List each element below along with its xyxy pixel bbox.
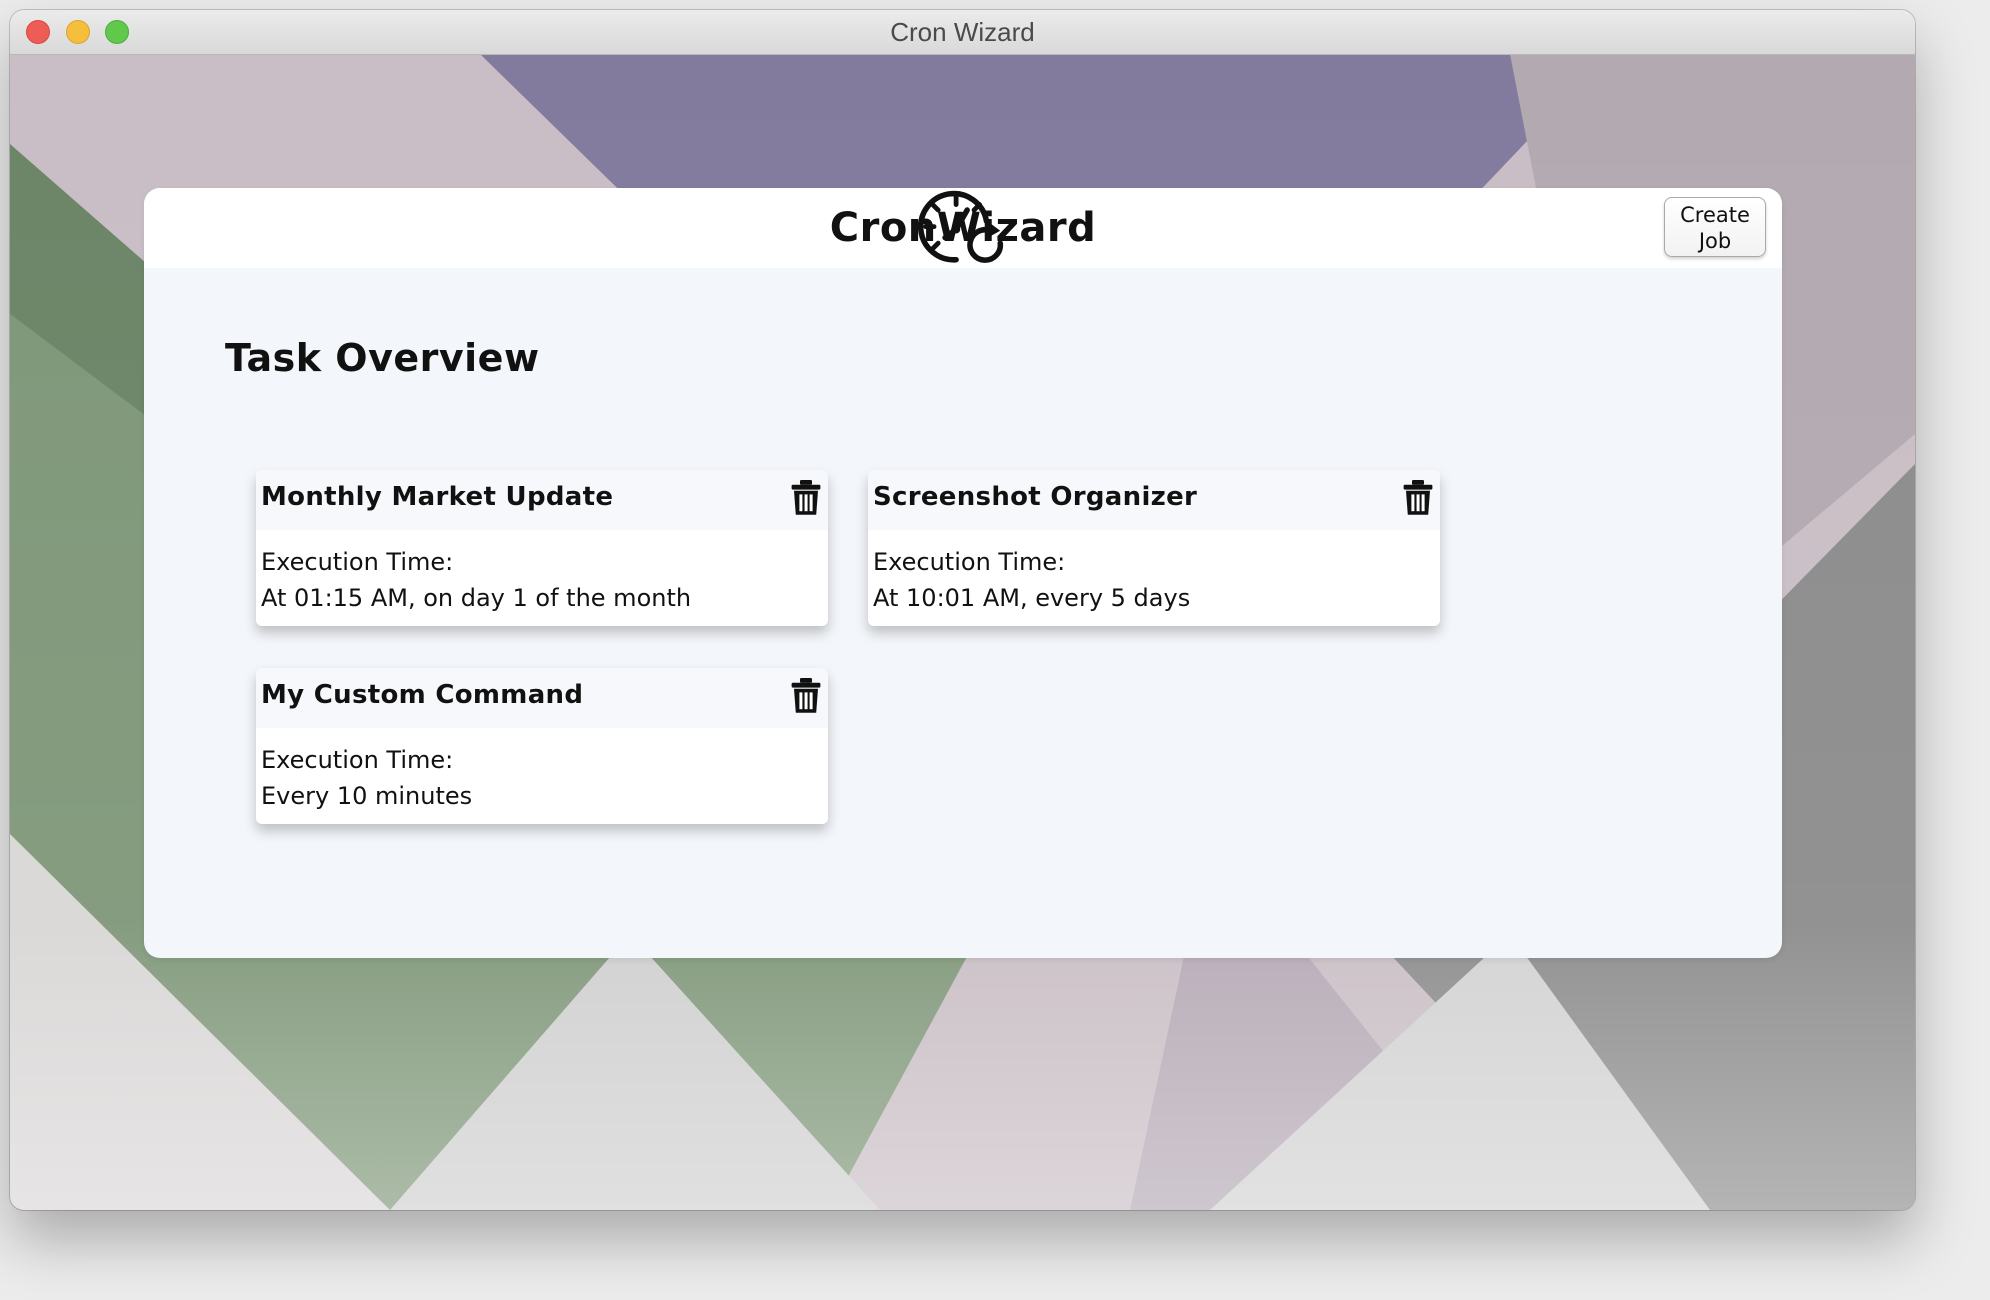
task-card-header: My Custom Command xyxy=(256,668,828,728)
create-job-button[interactable]: Create Job xyxy=(1664,197,1766,257)
trash-icon xyxy=(1403,480,1433,515)
execution-time-value: At 10:01 AM, every 5 days xyxy=(873,584,1191,612)
create-job-label-line2: Job xyxy=(1698,229,1732,253)
execution-time-label: Execution Time: xyxy=(873,548,1066,576)
task-name: My Custom Command xyxy=(261,680,584,710)
desktop-wallpaper: CronWizard Create Job Task Overview Mont… xyxy=(10,54,1915,1210)
app-title: CronWizard xyxy=(829,205,1097,251)
task-list: Monthly Market Update Execution Time: At… xyxy=(256,470,1456,870)
app-header: CronWizard Create Job xyxy=(144,188,1782,268)
trash-icon xyxy=(791,480,821,515)
task-overview-heading: Task Overview xyxy=(225,336,540,380)
task-card: Monthly Market Update Execution Time: At… xyxy=(256,470,828,626)
execution-time-value: At 01:15 AM, on day 1 of the month xyxy=(261,584,692,612)
delete-task-button[interactable] xyxy=(788,678,824,714)
task-card: Screenshot Organizer Execution Time: At … xyxy=(868,470,1440,626)
task-card-body: Execution Time: At 10:01 AM, every 5 day… xyxy=(868,530,1440,616)
delete-task-button[interactable] xyxy=(788,480,824,516)
task-card-body: Execution Time: At 01:15 AM, on day 1 of… xyxy=(256,530,828,616)
cronwizard-panel: CronWizard Create Job Task Overview Mont… xyxy=(144,188,1782,958)
task-card-header: Monthly Market Update xyxy=(256,470,828,530)
task-card: My Custom Command Execution Time: Every … xyxy=(256,668,828,824)
window-title: Cron Wizard xyxy=(890,17,1035,47)
task-name: Screenshot Organizer xyxy=(873,482,1198,512)
task-name: Monthly Market Update xyxy=(261,482,614,512)
trash-icon xyxy=(791,678,821,713)
execution-time-label: Execution Time: xyxy=(261,746,454,774)
execution-time-value: Every 10 minutes xyxy=(261,782,473,810)
app-window: Cron Wizard CronWizard Create Job Task O… xyxy=(10,10,1915,1210)
execution-time-label: Execution Time: xyxy=(261,548,454,576)
delete-task-button[interactable] xyxy=(1400,480,1436,516)
task-card-header: Screenshot Organizer xyxy=(868,470,1440,530)
create-job-label-line1: Create xyxy=(1680,203,1750,227)
task-card-body: Execution Time: Every 10 minutes xyxy=(256,728,828,814)
title-bar[interactable]: Cron Wizard xyxy=(10,10,1915,55)
